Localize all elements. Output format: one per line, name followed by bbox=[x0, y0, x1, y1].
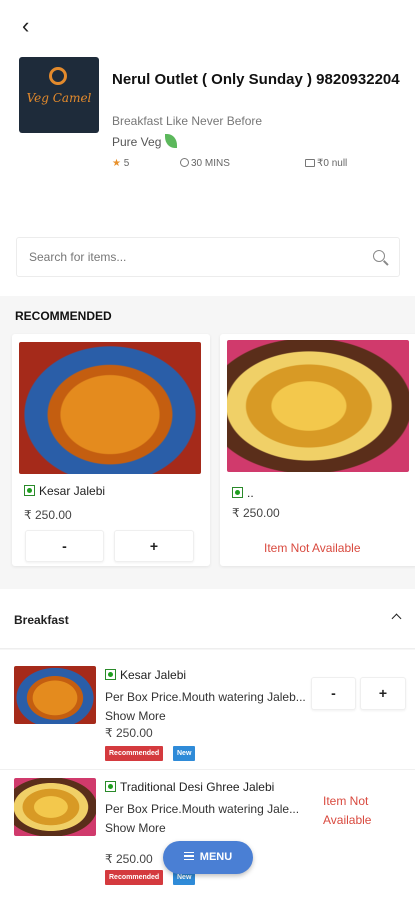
menu-button-label: MENU bbox=[199, 851, 233, 863]
product-price: ₹ 250.00 bbox=[105, 852, 153, 866]
cost-value: ₹0 null bbox=[317, 158, 348, 169]
product-price: ₹ 250.00 bbox=[24, 508, 72, 522]
product-image bbox=[19, 342, 201, 474]
item-not-available: Item Not Available bbox=[323, 794, 372, 827]
product-name: Kesar Jalebi bbox=[24, 484, 105, 498]
product-price: ₹ 250.00 bbox=[232, 506, 280, 520]
leaf-icon bbox=[165, 134, 178, 148]
product-image bbox=[14, 666, 96, 724]
product-image bbox=[227, 340, 409, 472]
logo-mark bbox=[49, 67, 67, 85]
product-name-text: Traditional Desi Ghree Jalebi bbox=[120, 780, 275, 794]
recommended-card[interactable]: Kesar Jalebi ₹ 250.00 - + bbox=[12, 334, 210, 566]
increase-button[interactable]: + bbox=[360, 677, 406, 710]
menu-button[interactable]: MENU bbox=[163, 841, 253, 874]
shop-tagline: Breakfast Like Never Before bbox=[112, 114, 263, 128]
rating-value: 5 bbox=[123, 158, 130, 169]
recommended-title: RECOMMENDED bbox=[15, 309, 112, 323]
star-icon: ★ bbox=[112, 158, 121, 169]
category-title: Breakfast bbox=[14, 613, 69, 627]
logo-text: Veg Camel bbox=[26, 91, 92, 105]
show-more-link[interactable]: Show More bbox=[105, 821, 166, 835]
show-more-link[interactable]: Show More bbox=[105, 709, 166, 723]
veg-icon bbox=[105, 781, 116, 792]
chevron-up-icon[interactable] bbox=[391, 613, 402, 624]
description-text: Per Box Price.Mouth watering Jale... bbox=[105, 802, 300, 816]
decrease-button[interactable]: - bbox=[311, 677, 356, 710]
product-description: Per Box Price.Mouth watering Jaleb... Sh… bbox=[105, 688, 311, 726]
search-input[interactable] bbox=[29, 238, 349, 276]
product-name-text: Kesar Jalebi bbox=[39, 484, 106, 498]
recommended-badge: Recommended bbox=[105, 746, 164, 761]
shop-title: Nerul Outlet ( Only Sunday ) 9820932204 bbox=[112, 71, 400, 88]
delivery-time-value: 30 MINS bbox=[191, 158, 230, 169]
search-icon[interactable] bbox=[373, 250, 385, 262]
category-header[interactable]: Breakfast bbox=[0, 589, 415, 649]
wallet-icon bbox=[305, 159, 315, 167]
pure-veg-label: Pure Veg bbox=[112, 134, 178, 149]
recommended-card[interactable]: .. ₹ 250.00 Item Not Available bbox=[220, 334, 415, 566]
search-bar bbox=[16, 237, 400, 277]
decrease-button[interactable]: - bbox=[25, 530, 104, 562]
recommended-badge: Recommended bbox=[105, 870, 164, 885]
product-name: Kesar Jalebi bbox=[105, 668, 186, 682]
shop-logo: Veg Camel bbox=[19, 57, 99, 133]
pure-veg-text: Pure Veg bbox=[112, 135, 162, 149]
product-name-text: Kesar Jalebi bbox=[120, 668, 187, 682]
product-name: Traditional Desi Ghree Jalebi bbox=[105, 780, 274, 794]
veg-icon bbox=[24, 485, 35, 496]
cost: ₹0 null bbox=[305, 158, 347, 169]
back-arrow-icon[interactable]: ‹ bbox=[22, 14, 46, 38]
clock-icon bbox=[180, 158, 189, 167]
shop-header: ‹ Veg Camel Nerul Outlet ( Only Sunday )… bbox=[0, 0, 415, 296]
product-image bbox=[14, 778, 96, 836]
veg-icon bbox=[232, 487, 243, 498]
product-name: .. bbox=[232, 486, 254, 500]
product-name-text: .. bbox=[247, 486, 254, 500]
product-price: ₹ 250.00 bbox=[105, 726, 153, 740]
veg-icon bbox=[105, 669, 116, 680]
increase-button[interactable]: + bbox=[114, 530, 194, 562]
description-text: Per Box Price.Mouth watering Jaleb... bbox=[105, 690, 306, 704]
list-item[interactable]: Kesar Jalebi Per Box Price.Mouth waterin… bbox=[0, 660, 415, 770]
delivery-time: 30 MINS bbox=[180, 158, 230, 169]
list-icon bbox=[183, 852, 194, 860]
product-description: Per Box Price.Mouth watering Jale... Sho… bbox=[105, 800, 311, 838]
item-not-available: Item Not Available bbox=[264, 541, 361, 555]
rating: ★ 5 bbox=[112, 158, 129, 169]
new-badge: New bbox=[173, 746, 196, 761]
